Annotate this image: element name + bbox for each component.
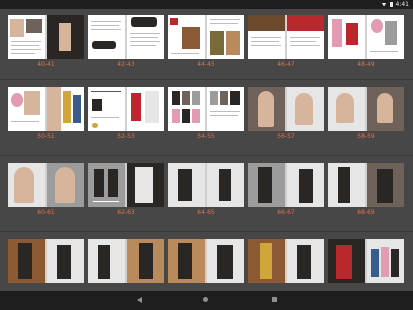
spread-thumbnail[interactable] [328,235,404,293]
spread-thumbnail[interactable]: 50-51 [8,83,84,141]
spread-image [8,163,84,207]
spread-thumbnail[interactable]: 68-69 [328,159,404,217]
spread-label: 66-67 [277,209,295,216]
spread-image [248,15,324,59]
spread-image [248,239,324,283]
spread-thumbnail[interactable] [168,235,244,293]
wifi-icon [381,2,387,7]
spread-label: 62-63 [117,209,135,216]
spread-image [248,87,324,131]
home-icon[interactable] [203,297,208,302]
spread-thumbnail[interactable]: 40-41 [8,11,84,69]
spread-thumbnail[interactable]: 42-43 [88,11,164,69]
spread-label: 44-45 [197,61,215,68]
spread-thumbnail[interactable]: 52-53 [88,83,164,141]
spread-label: 46-47 [277,61,295,68]
spread-label: 54-55 [197,133,215,140]
spread-thumbnail[interactable]: 56-57 [248,83,324,141]
spread-image [328,15,404,59]
spread-thumbnail[interactable]: 58-59 [328,83,404,141]
back-icon[interactable] [137,297,142,303]
spread-thumbnail[interactable]: 62-63 [88,159,164,217]
spread-image [168,239,244,283]
spread-thumbnail[interactable] [8,235,84,293]
spread-thumbnail[interactable]: 44-45 [168,11,244,69]
clock: 4:41 [395,1,409,8]
row-divider [0,79,413,80]
spread-image [88,15,164,59]
spread-image [328,163,404,207]
row-divider [0,231,413,232]
spread-image [328,239,404,283]
spread-label: 40-41 [37,61,55,68]
spread-thumbnail[interactable]: 64-65 [168,159,244,217]
spread-thumbnail[interactable] [88,235,164,293]
spread-image [8,87,84,131]
battery-icon [389,2,393,7]
spread-thumbnail[interactable]: 60-61 [8,159,84,217]
spread-label: 52-53 [117,133,135,140]
recents-icon[interactable] [272,297,277,302]
spread-label: 58-59 [357,133,375,140]
spread-label: 56-57 [277,133,295,140]
spread-image [168,87,244,131]
spread-image [168,163,244,207]
spread-image [88,87,164,131]
spread-image [8,239,84,283]
spread-thumbnail[interactable]: 48-49 [328,11,404,69]
spread-thumbnail[interactable]: 54-55 [168,83,244,141]
row-divider [0,155,413,156]
spread-label: 50-51 [37,133,55,140]
spread-image [328,87,404,131]
spread-thumbnail[interactable]: 46-47 [248,11,324,69]
spread-image [88,239,164,283]
spread-thumbnail[interactable] [248,235,324,293]
spread-image [168,15,244,59]
spread-label: 64-65 [197,209,215,216]
navigation-bar [0,291,413,310]
status-bar: 4:41 [0,0,413,9]
spread-image [8,15,84,59]
spread-image [88,163,164,207]
spread-label: 60-61 [37,209,55,216]
spread-image [248,163,324,207]
spread-label: 48-49 [357,61,375,68]
status-icons: 4:41 [381,0,409,9]
spread-label: 42-43 [117,61,135,68]
spread-label: 68-69 [357,209,375,216]
spread-thumbnail[interactable]: 66-67 [248,159,324,217]
